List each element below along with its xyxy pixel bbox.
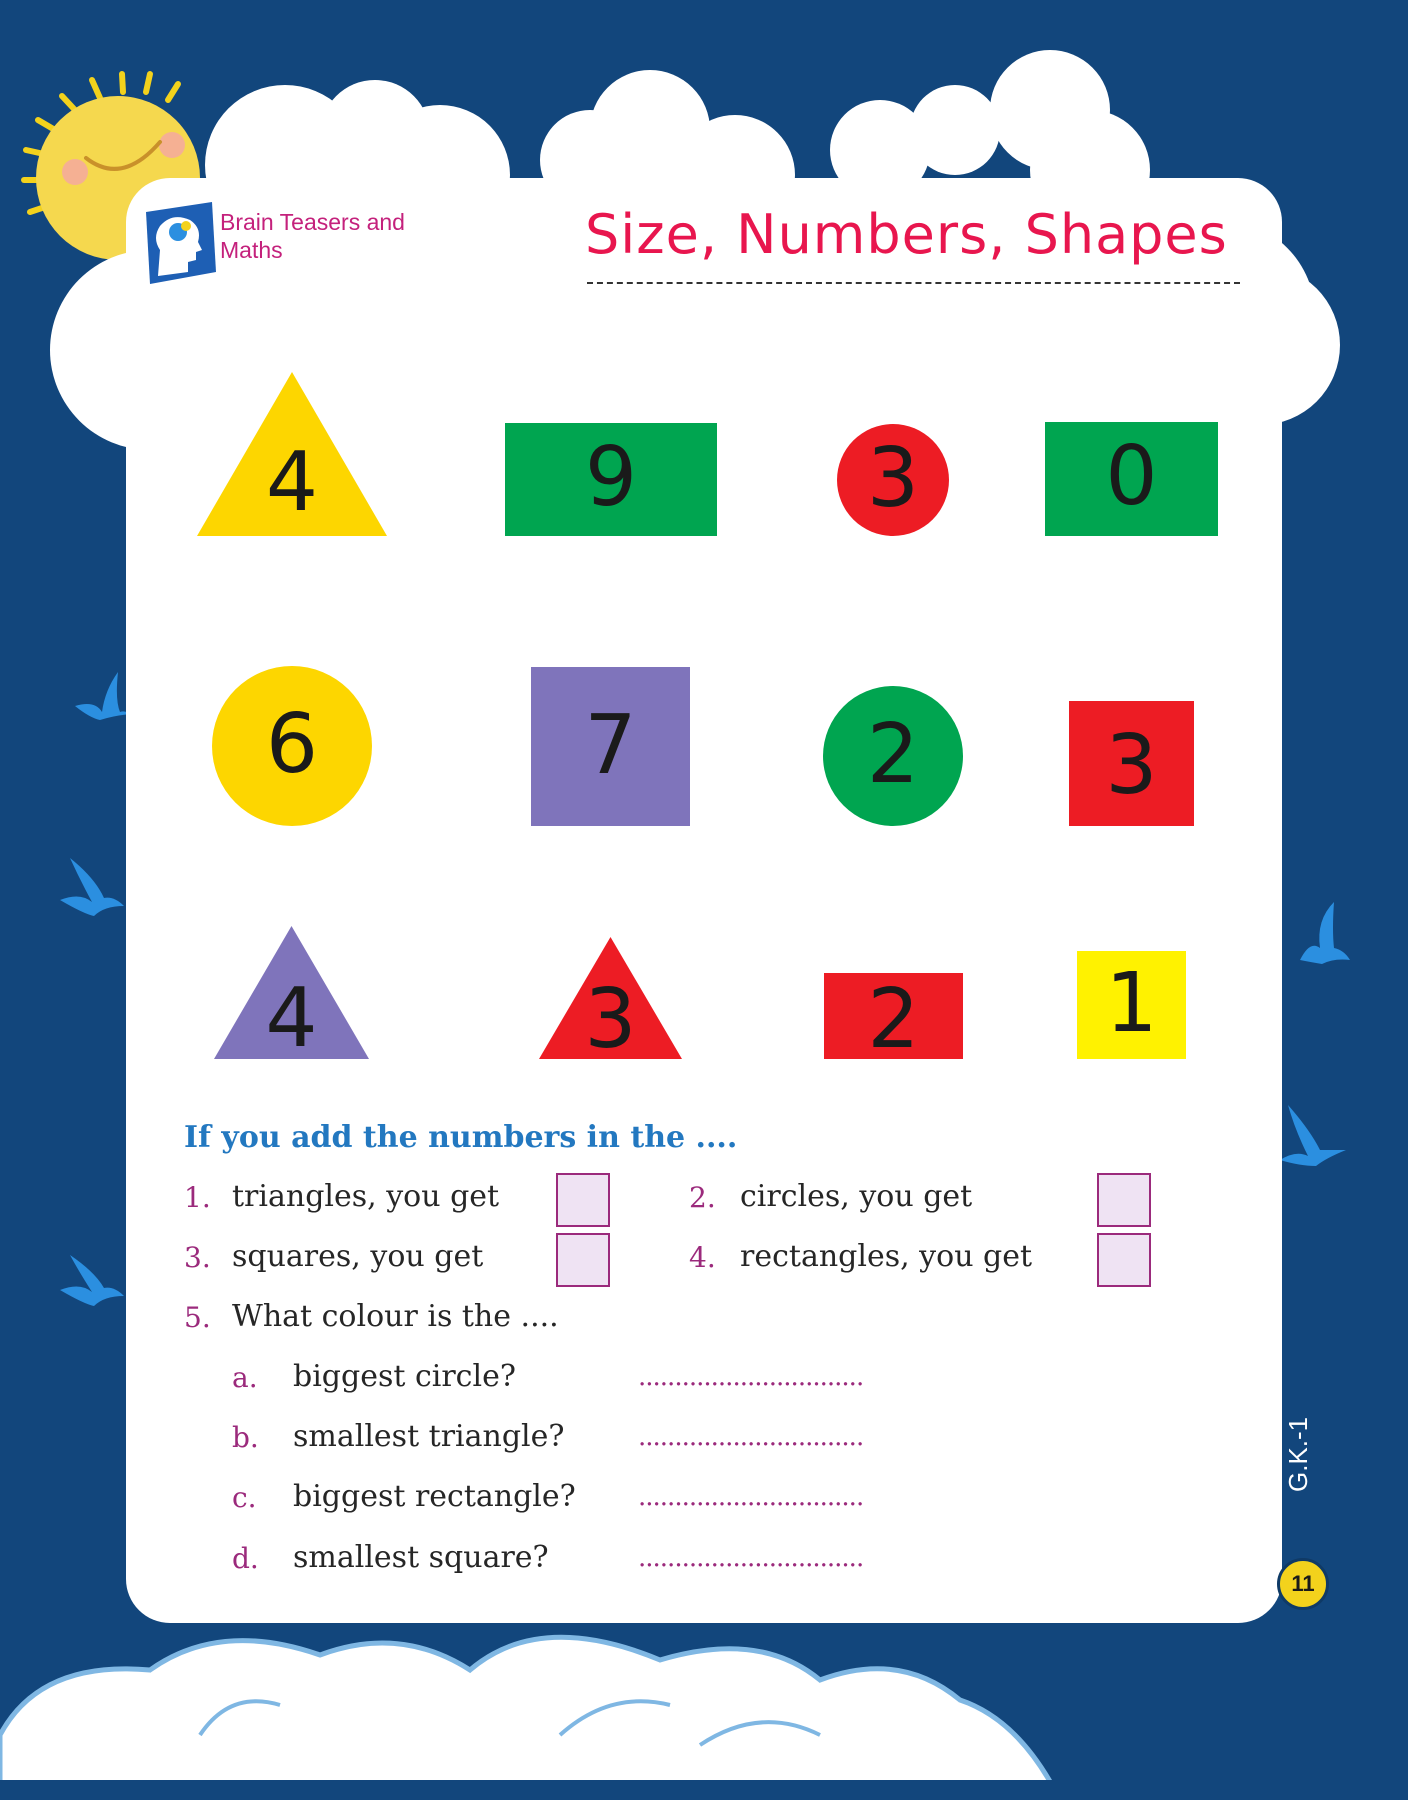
- answer-blank[interactable]: ...............................: [638, 1362, 864, 1392]
- shape-rectangle-green-2: 0: [1045, 422, 1218, 536]
- class-label: G.K.-1: [1283, 1416, 1313, 1492]
- series-label-line2: Maths: [220, 237, 283, 263]
- sub-question-text: biggest rectangle?: [293, 1479, 576, 1514]
- sub-question-letter: b.: [232, 1421, 259, 1454]
- question-number: 1.: [184, 1181, 211, 1214]
- brain-logo-icon: [146, 202, 216, 284]
- page-number-badge: 11: [1277, 1558, 1329, 1610]
- sub-question-text: smallest triangle?: [293, 1419, 565, 1454]
- shape-number: 7: [584, 698, 637, 793]
- series-label: Brain Teasers and Maths: [220, 208, 405, 264]
- shape-rectangle-green: 9: [505, 423, 717, 536]
- question-text: What colour is the ....: [232, 1299, 559, 1334]
- answer-blank[interactable]: ...............................: [638, 1422, 864, 1452]
- answer-box-triangles[interactable]: [556, 1173, 610, 1227]
- shape-circle-yellow: 6: [212, 666, 372, 826]
- sub-question-text: biggest circle?: [293, 1359, 516, 1394]
- shape-number: 1: [1105, 956, 1158, 1051]
- shape-square-yellow: 1: [1077, 951, 1186, 1059]
- shape-number: 0: [1105, 429, 1158, 524]
- shape-triangle-purple: 4: [214, 926, 369, 1066]
- question-number: 2.: [689, 1181, 716, 1214]
- sub-question-letter: d.: [232, 1542, 259, 1575]
- question-text: circles, you get: [740, 1179, 973, 1214]
- series-label-line1: Brain Teasers and: [220, 209, 405, 235]
- shape-number: 4: [265, 971, 318, 1066]
- shape-number: 9: [584, 430, 638, 525]
- shape-square-purple: 7: [531, 667, 690, 826]
- sub-question-text: smallest square?: [293, 1540, 549, 1575]
- question-heading: If you add the numbers in the ....: [184, 1120, 738, 1155]
- answer-blank[interactable]: ...............................: [638, 1482, 864, 1512]
- shape-triangle-red: 3: [539, 937, 682, 1067]
- question-number: 3.: [184, 1241, 211, 1274]
- answer-box-squares[interactable]: [556, 1233, 610, 1287]
- shape-number: 3: [584, 972, 637, 1067]
- answer-box-rectangles[interactable]: [1097, 1233, 1151, 1287]
- shape-number: 2: [866, 707, 920, 802]
- answer-box-circles[interactable]: [1097, 1173, 1151, 1227]
- shape-circle-red: 3: [837, 424, 949, 536]
- answer-blank[interactable]: ...............................: [638, 1543, 864, 1573]
- question-number: 5.: [184, 1301, 211, 1334]
- shape-number: 3: [866, 431, 920, 526]
- cloud-bottom-icon: [0, 1634, 1408, 1800]
- shape-number: 6: [265, 697, 319, 792]
- sub-question-letter: c.: [232, 1481, 257, 1514]
- shape-rectangle-red: 3: [1069, 701, 1194, 826]
- question-text: squares, you get: [232, 1239, 484, 1274]
- shape-number: 2: [867, 972, 920, 1067]
- question-number: 4.: [689, 1241, 716, 1274]
- shape-circle-green: 2: [823, 686, 963, 826]
- shape-rectangle-red-2: 2: [824, 972, 963, 1067]
- question-text: rectangles, you get: [740, 1239, 1033, 1274]
- shape-number: 4: [265, 435, 319, 530]
- title-underline: [587, 282, 1240, 284]
- sub-question-letter: a.: [232, 1361, 258, 1394]
- shape-number: 3: [1105, 718, 1158, 813]
- page-title: Size, Numbers, Shapes: [585, 203, 1228, 266]
- question-text: triangles, you get: [232, 1179, 500, 1214]
- shape-triangle-yellow: 4: [197, 372, 387, 536]
